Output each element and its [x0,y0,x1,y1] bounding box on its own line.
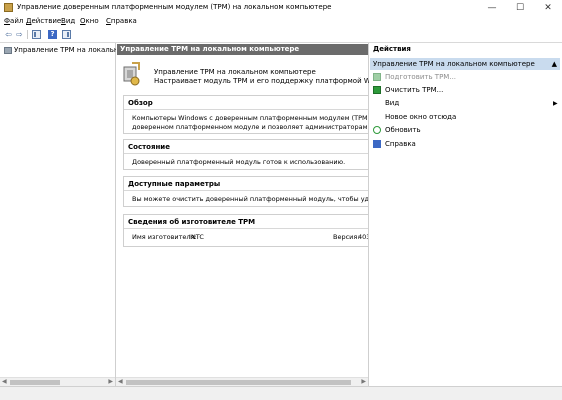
tree-pane-glyph [34,32,36,37]
manufacturer-version-value: 403 [358,233,368,241]
section-divider [124,153,368,154]
action-help[interactable]: Справка [373,139,416,150]
scroll-left-icon[interactable]: ◀ [2,378,7,386]
tpm-chip-icon [123,62,140,86]
overview-line-1: Компьютеры Windows с доверенным платформ… [132,114,368,122]
action-pane-glyph [67,32,69,37]
manufacturer-name-value: INTC [189,233,204,241]
section-divider [124,228,368,229]
status-bar [0,386,562,400]
menu-action[interactable]: Действие [26,17,61,25]
status-section: Состояние Доверенный платформенный модул… [123,139,368,170]
close-button[interactable]: ✕ [534,0,562,16]
app-icon [4,3,13,12]
action-refresh[interactable]: Обновить [373,125,421,136]
tree-item-tpm-management[interactable]: Управление TPM на локальном к [4,46,134,54]
action-view[interactable]: Вид ▶ [373,98,559,109]
available-options-section: Доступные параметры Вы можете очистить д… [123,176,368,207]
clear-tpm-icon [373,86,381,94]
show-hide-tree-icon[interactable] [32,30,41,39]
help-book-icon [373,140,381,148]
forward-arrow-icon[interactable]: ⇨ [15,30,24,39]
manufacturer-section: Сведения об изготовителе TPM Имя изготов… [123,214,368,247]
help-icon[interactable]: ? [48,30,57,39]
available-options-text: Вы можете очистить доверенный платформен… [132,195,368,203]
manufacturer-version-label: Версия: [333,233,360,241]
blank-icon [373,99,381,107]
menu-help[interactable]: Справка [106,17,137,25]
manufacturer-title: Сведения об изготовителе TPM [128,218,256,226]
prepare-tpm-icon [373,73,381,81]
overview-title: Обзор [128,99,153,107]
scroll-left-icon[interactable]: ◀ [118,378,123,386]
available-options-title: Доступные параметры [128,180,221,188]
section-divider [124,190,368,191]
scroll-right-icon[interactable]: ▶ [108,378,113,386]
actions-group-header[interactable]: Управление TPM на локальном компьютере ▲ [370,58,560,70]
overview-section: Обзор Компьютеры Windows с доверенным пл… [123,95,368,134]
tree-horizontal-scrollbar[interactable]: ◀ ▶ [0,377,115,386]
status-title: Состояние [128,143,170,151]
action-clear-tpm[interactable]: Очистить TPM... [373,85,443,96]
refresh-icon [373,126,381,134]
scroll-thumb[interactable] [126,380,351,385]
manufacturer-name-label: Имя изготовителя: [132,233,197,241]
maximize-button[interactable]: ☐ [506,0,534,16]
status-text: Доверенный платформенный модуль готов к … [132,158,346,166]
blank-icon [373,113,381,121]
show-hide-action-pane-icon[interactable] [62,30,71,39]
menu-file[interactable]: Файл [4,17,23,25]
scroll-right-icon[interactable]: ▶ [361,378,366,386]
menu-window[interactable]: Окно [80,17,99,25]
results-pane-header: Управление TPM на локальном компьютере [117,44,368,55]
intro-description: Управление TPM на локальном компьютере Н… [154,68,395,86]
results-horizontal-scrollbar[interactable]: ◀ ▶ [116,377,368,386]
console-tree-pane [0,43,116,386]
window-title: Управление доверенным платформенным моду… [17,3,332,11]
actions-group-label: Управление TPM на локальном компьютере [373,60,535,68]
minimize-button[interactable]: — [478,0,506,16]
back-arrow-icon[interactable]: ⇦ [4,30,13,39]
submenu-arrow-icon: ▶ [553,100,558,107]
computer-icon [4,46,12,54]
intro-subtitle: Настраивает модуль TPM и его поддержку п… [154,77,396,85]
menu-view[interactable]: Вид [61,17,75,25]
actions-header: Действия [373,45,411,53]
scroll-thumb[interactable] [10,380,60,385]
section-divider [124,109,368,110]
overview-text: Компьютеры Windows с доверенным платформ… [132,114,368,132]
collapse-caret-icon[interactable]: ▲ [552,58,557,70]
toolbar [0,28,562,43]
action-new-window[interactable]: Новое окно отсюда [373,112,456,123]
intro-title: Управление TPM на локальном компьютере [154,68,316,76]
action-prepare-tpm[interactable]: Подготовить TPM... [373,72,456,83]
overview-line-2: доверенном платформенном модуле и позвол… [132,123,368,131]
toolbar-separator [27,30,28,39]
